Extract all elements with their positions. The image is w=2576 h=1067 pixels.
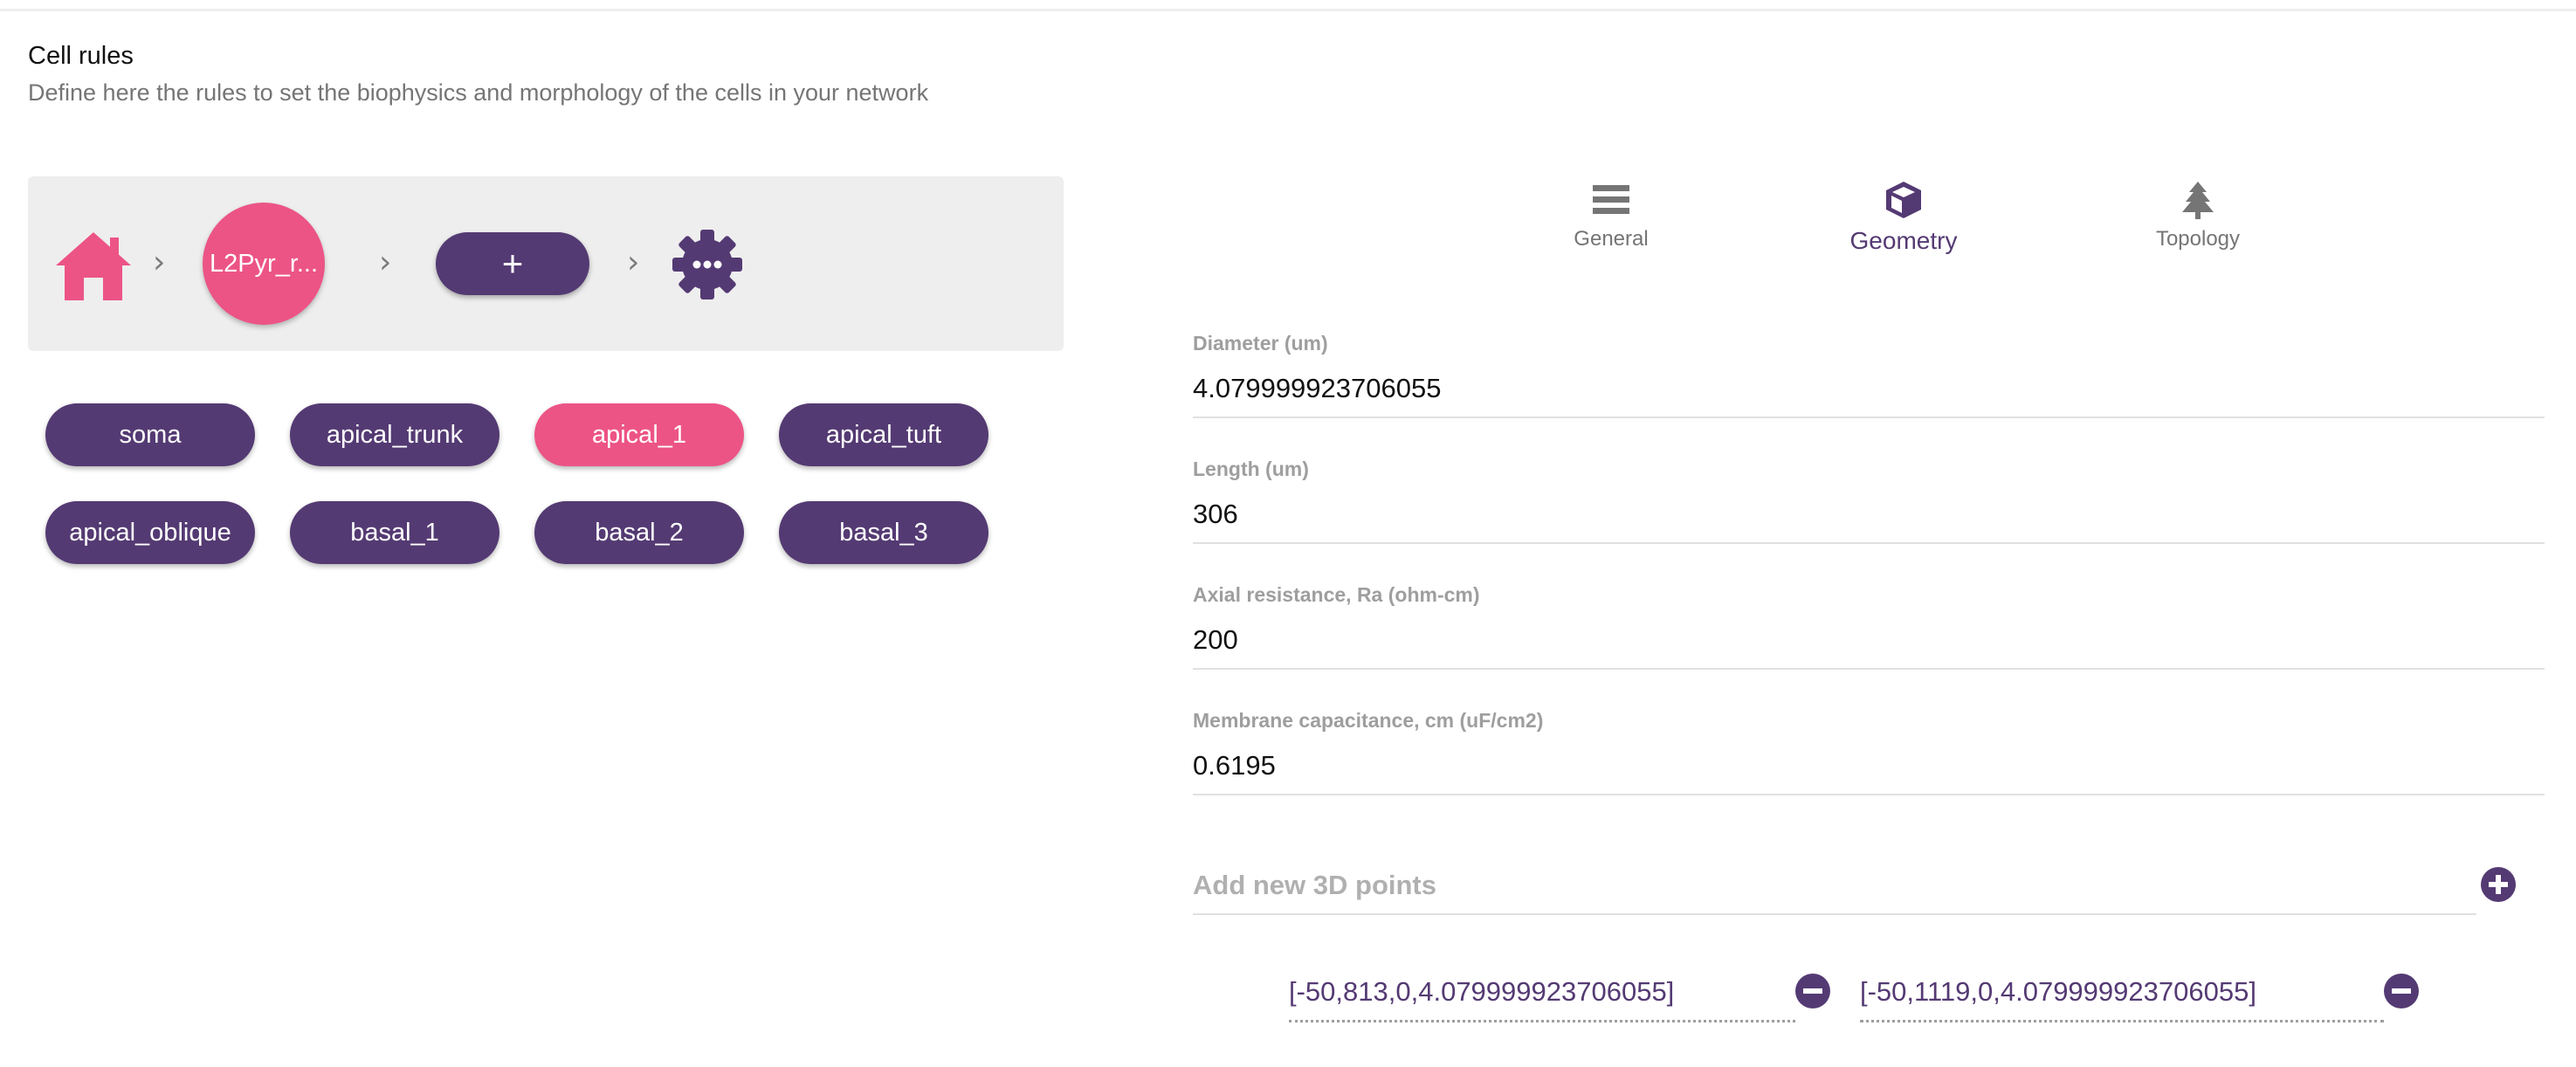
axial-resistance-input[interactable]: 200	[1193, 624, 2545, 656]
section-chip-apical-tuft[interactable]: apical_tuft	[779, 403, 988, 466]
gear-icon[interactable]	[672, 229, 743, 300]
axial-resistance-field[interactable]: Axial resistance, Ra (ohm-cm) 200	[1193, 583, 2545, 670]
top-divider	[0, 9, 2576, 11]
membrane-capacitance-field[interactable]: Membrane capacitance, cm (uF/cm2) 0.6195	[1193, 709, 2545, 795]
tab-geometry-label: Geometry	[1849, 227, 1958, 254]
section-chip-apical-1[interactable]: apical_1	[534, 403, 744, 466]
diameter-field[interactable]: Diameter (um) 4.079999923706055	[1193, 332, 2545, 418]
page-title: Cell rules	[28, 42, 134, 70]
home-icon[interactable]	[52, 229, 134, 302]
section-chip-apical-oblique[interactable]: apical_oblique	[45, 501, 255, 564]
menu-icon	[1593, 185, 1629, 214]
length-input[interactable]: 306	[1193, 499, 2545, 530]
tab-geometry[interactable]: Geometry	[1816, 180, 1991, 258]
remove-point-icon[interactable]	[2383, 973, 2420, 1009]
point-3d-value: [-50,1119,0,4.079999923706055]	[1860, 976, 2256, 1007]
chevron-right-icon: ›	[153, 244, 166, 280]
field-underline	[1193, 913, 2476, 915]
field-underline	[1193, 416, 2545, 418]
length-field[interactable]: Length (um) 306	[1193, 458, 2545, 544]
tree-icon	[2182, 182, 2214, 219]
section-chip-soma[interactable]: soma	[45, 403, 255, 466]
section-chip-basal-2[interactable]: basal_2	[534, 501, 744, 564]
page-header: Cell rules Define here the rules to set …	[28, 42, 928, 107]
field-underline	[1193, 542, 2545, 544]
axial-resistance-label: Axial resistance, Ra (ohm-cm)	[1193, 583, 1480, 606]
field-underline	[1193, 794, 2545, 795]
tab-general[interactable]: General	[1524, 180, 1698, 258]
remove-point-icon[interactable]	[1794, 973, 1831, 1009]
add-section-button[interactable]: +	[436, 232, 589, 295]
add-3d-points-input[interactable]: Add new 3D points	[1193, 870, 2476, 915]
point-underline	[1860, 1020, 2384, 1022]
field-underline	[1193, 668, 2545, 670]
tab-topology[interactable]: Topology	[2111, 180, 2285, 258]
point-3d-item: [-50,813,0,4.079999923706055]	[1289, 976, 1795, 1022]
chevron-right-icon: ›	[627, 244, 640, 280]
section-chip-apical-trunk[interactable]: apical_trunk	[290, 403, 499, 466]
membrane-capacitance-label: Membrane capacitance, cm (uF/cm2)	[1193, 709, 1544, 732]
chevron-right-icon: ›	[379, 244, 392, 280]
add-3d-points-placeholder: Add new 3D points	[1193, 870, 1436, 900]
add-point-icon[interactable]	[2480, 866, 2517, 903]
membrane-capacitance-input[interactable]: 0.6195	[1193, 750, 2545, 781]
cell-rule-button[interactable]: L2Pyr_r...	[203, 203, 325, 325]
page-subtitle: Define here the rules to set the biophys…	[28, 79, 929, 106]
tab-topology-label: Topology	[2155, 227, 2241, 251]
point-underline	[1289, 1020, 1795, 1022]
cube-icon	[1886, 182, 1921, 218]
section-chip-basal-3[interactable]: basal_3	[779, 501, 988, 564]
point-3d-value: [-50,813,0,4.079999923706055]	[1289, 976, 1675, 1007]
length-label: Length (um)	[1193, 458, 1309, 480]
diameter-label: Diameter (um)	[1193, 332, 1328, 355]
breadcrumb: › L2Pyr_r... › + ›	[28, 176, 1064, 351]
diameter-input[interactable]: 4.079999923706055	[1193, 373, 2545, 404]
section-chip-basal-1[interactable]: basal_1	[290, 501, 499, 564]
point-3d-item: [-50,1119,0,4.079999923706055]	[1860, 976, 2384, 1022]
tab-general-label: General	[1574, 227, 1649, 251]
